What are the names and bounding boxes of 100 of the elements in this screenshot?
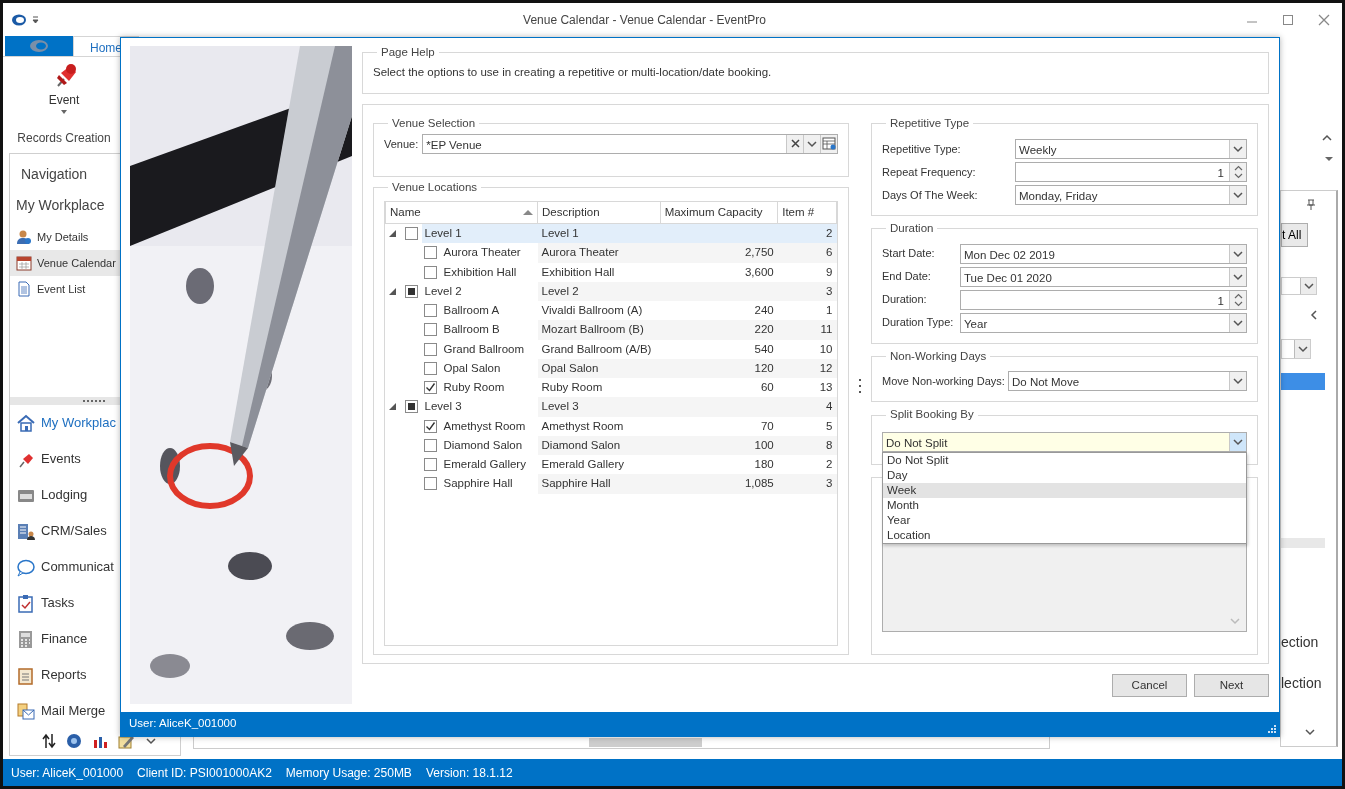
table-cell: 13 — [777, 378, 837, 398]
checkbox[interactable] — [423, 438, 437, 452]
checkbox[interactable] — [404, 400, 418, 414]
column-header[interactable]: Name — [385, 201, 538, 224]
dropdown-option[interactable]: Year — [883, 513, 1246, 529]
dropdown-button[interactable] — [1229, 267, 1246, 286]
grip-icon[interactable] — [83, 399, 107, 403]
table-cell: 11 — [777, 320, 837, 340]
checkbox[interactable] — [423, 361, 437, 375]
list-item[interactable]: ection — [1281, 632, 1319, 653]
expanded-triangle-icon[interactable] — [387, 286, 397, 296]
group-label: Records Creation — [16, 130, 112, 147]
nav-module[interactable]: My Workplac — [10, 405, 180, 441]
dropdown-field[interactable]: Do Not Move — [1008, 371, 1247, 392]
nav-item[interactable]: Event List — [10, 276, 180, 302]
dialog-button[interactable]: Cancel — [1112, 674, 1187, 698]
table-cell: 12 — [777, 358, 837, 379]
lookup-button[interactable] — [820, 134, 837, 153]
select-all-button[interactable]: t All — [1281, 223, 1309, 247]
checkbox[interactable] — [423, 342, 437, 356]
nav-module[interactable]: Finance — [10, 621, 180, 657]
venue-field[interactable]: *EP Venue — [422, 133, 838, 154]
dropdown-button[interactable] — [1229, 139, 1246, 158]
dropdown-button[interactable] — [1229, 185, 1246, 204]
status-text: Version: 18.1.12 — [425, 764, 513, 782]
expanded-triangle-icon[interactable] — [387, 229, 397, 239]
dialog-button[interactable]: Next — [1194, 674, 1269, 698]
dropdown-field[interactable]: Weekly — [1015, 138, 1247, 159]
chevron-left-icon[interactable] — [1309, 309, 1319, 321]
field-label: Venue: — [384, 136, 419, 152]
checkbox[interactable] — [423, 419, 437, 433]
column-header[interactable]: Description — [537, 201, 661, 224]
close-icon[interactable] — [1318, 13, 1330, 26]
person-icon — [16, 229, 32, 245]
dropdown-button[interactable] — [1229, 372, 1246, 391]
dropdown-option[interactable]: Month — [883, 498, 1246, 514]
nav-module[interactable]: Reports — [10, 657, 180, 693]
dropdown-field[interactable] — [1281, 277, 1317, 295]
dropdown-field[interactable]: Monday, Friday — [1015, 184, 1247, 205]
checkbox[interactable] — [423, 381, 437, 395]
dropdown-button[interactable] — [1229, 313, 1246, 332]
nav-module[interactable]: Tasks — [10, 585, 180, 621]
nav-module[interactable]: Events — [10, 441, 180, 477]
group-title: Non-Working Days — [889, 349, 988, 364]
group-title: Venue Locations — [391, 181, 479, 195]
nav-module[interactable]: CRM/Sales — [10, 513, 180, 549]
app-logo-icon[interactable] — [11, 12, 27, 27]
number-field[interactable]: 1 — [1015, 161, 1247, 182]
dropdown-button[interactable] — [803, 134, 820, 153]
table-cell: 120 — [660, 358, 778, 379]
checkbox[interactable] — [423, 458, 437, 472]
splitter-grip-icon[interactable] — [858, 379, 862, 394]
dropdown-field[interactable]: Mon Dec 02 2019 — [960, 243, 1247, 264]
dropdown-option[interactable]: Location — [883, 528, 1246, 544]
nav-module[interactable]: Lodging — [10, 477, 180, 513]
checkbox[interactable] — [423, 246, 437, 260]
spin-button[interactable] — [1229, 162, 1246, 181]
dropdown-button[interactable] — [1229, 433, 1246, 452]
resize-grip-icon[interactable] — [1267, 724, 1277, 734]
field-label: Repetitive Type: — [882, 141, 962, 157]
dropdown-option[interactable]: Week — [883, 483, 1246, 499]
dropdown-field[interactable]: Tue Dec 01 2020 — [960, 266, 1247, 287]
table-cell-text: Sapphire Hall — [442, 476, 514, 492]
dropdown-field[interactable] — [1281, 339, 1311, 359]
table-cell-text: Amethyst Room — [442, 418, 527, 434]
field-label: Duration: — [882, 292, 928, 308]
dropdown-field[interactable]: Year — [960, 312, 1247, 333]
dropdown-field[interactable]: Do Not Split — [882, 432, 1247, 453]
list-item[interactable]: lection — [1281, 673, 1322, 694]
expanded-triangle-icon[interactable] — [387, 402, 397, 412]
field-label: Move Non-working Days: — [882, 374, 1006, 390]
up-down-arrows-icon[interactable] — [42, 733, 56, 749]
dropdown-option[interactable]: Do Not Split — [883, 453, 1246, 469]
pin-icon[interactable] — [1305, 199, 1317, 211]
section-title: My Workplace — [15, 196, 106, 215]
column-header[interactable]: Maximum Capacity — [660, 201, 778, 224]
column-header[interactable]: Item # — [777, 201, 837, 224]
chevron-down-icon[interactable] — [144, 735, 158, 747]
chevron-down-icon — [1301, 280, 1316, 292]
checkbox[interactable] — [423, 477, 437, 491]
checkbox[interactable] — [404, 284, 418, 298]
status-text: Client ID: PSI001000AK2 — [137, 764, 272, 782]
pencil-icon[interactable] — [118, 733, 134, 749]
dropdown-option[interactable]: Day — [883, 468, 1246, 484]
checkbox[interactable] — [423, 323, 437, 337]
table-cell: 6 — [777, 243, 837, 263]
checkbox[interactable] — [423, 304, 437, 318]
checkbox[interactable] — [404, 227, 418, 241]
checkbox[interactable] — [423, 265, 437, 279]
clear-button[interactable] — [786, 134, 803, 153]
number-field[interactable]: 1 — [960, 289, 1247, 310]
table-cell: Opal Salon — [537, 358, 661, 379]
table-cell: 540 — [660, 339, 778, 359]
nav-item[interactable]: My Details — [10, 224, 180, 250]
disc-icon[interactable] — [66, 733, 82, 749]
spin-button[interactable] — [1229, 290, 1246, 309]
checkmark-icon — [424, 420, 436, 432]
nav-module[interactable]: Communicat — [10, 549, 180, 585]
dropdown-button[interactable] — [1229, 244, 1246, 263]
maximize-icon[interactable] — [1282, 13, 1294, 26]
